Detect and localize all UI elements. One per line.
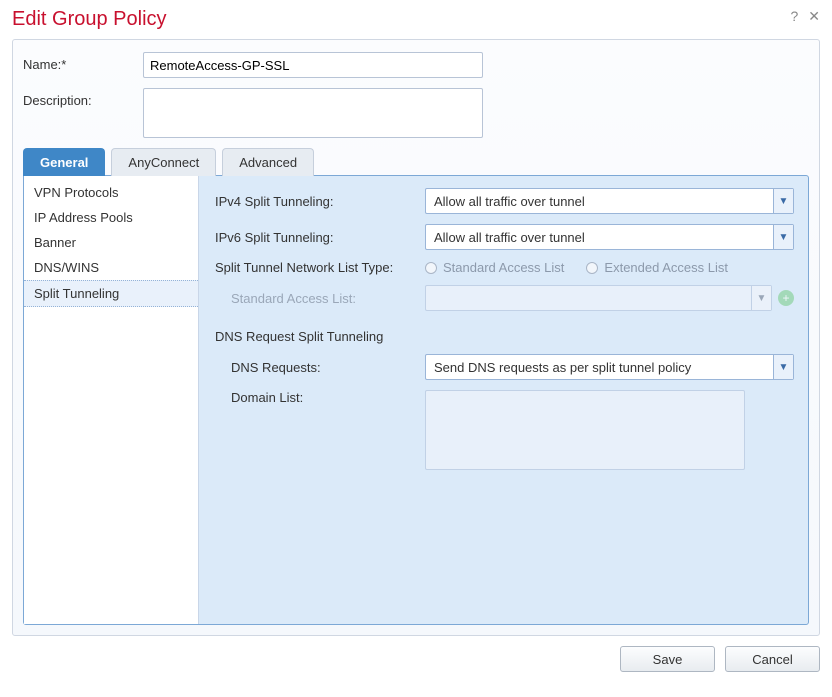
ipv6-split-tunneling-value: Allow all traffic over tunnel [434, 230, 585, 245]
chevron-down-icon: ▼ [773, 355, 793, 379]
dns-requests-value: Send DNS requests as per split tunnel po… [434, 360, 691, 375]
ipv6-split-tunneling-label: IPv6 Split Tunneling: [215, 230, 425, 245]
domain-list-label: Domain List: [215, 390, 425, 405]
ipv4-split-tunneling-value: Allow all traffic over tunnel [434, 194, 585, 209]
radio-standard-access-list: Standard Access List [425, 260, 564, 275]
dialog-title: Edit Group Policy [12, 8, 167, 31]
tab-anyconnect[interactable]: AnyConnect [111, 148, 216, 176]
ipv4-split-tunneling-select[interactable]: Allow all traffic over tunnel ▼ [425, 188, 794, 214]
sidebar: VPN Protocols IP Address Pools Banner DN… [24, 176, 199, 624]
sidebar-item-banner[interactable]: Banner [24, 230, 198, 255]
name-label: Name:* [23, 52, 143, 72]
ipv6-split-tunneling-select[interactable]: Allow all traffic over tunnel ▼ [425, 224, 794, 250]
tab-general[interactable]: General [23, 148, 105, 176]
sidebar-item-dns-wins[interactable]: DNS/WINS [24, 255, 198, 280]
dns-requests-select[interactable]: Send DNS requests as per split tunnel po… [425, 354, 794, 380]
cancel-button[interactable]: Cancel [725, 646, 820, 672]
standard-acl-select: ▼ [425, 285, 772, 311]
sidebar-item-ip-address-pools[interactable]: IP Address Pools [24, 205, 198, 230]
chevron-down-icon: ▼ [773, 225, 793, 249]
tab-advanced[interactable]: Advanced [222, 148, 314, 176]
dns-request-section-label: DNS Request Split Tunneling [215, 329, 794, 344]
close-icon[interactable]: ✕ [808, 8, 820, 25]
dns-requests-label: DNS Requests: [215, 360, 425, 375]
network-list-type-label: Split Tunnel Network List Type: [215, 260, 425, 275]
domain-list-box[interactable] [425, 390, 745, 470]
sidebar-item-split-tunneling[interactable]: Split Tunneling [24, 280, 198, 307]
sidebar-item-vpn-protocols[interactable]: VPN Protocols [24, 180, 198, 205]
radio-extended-access-list: Extended Access List [586, 260, 728, 275]
save-button[interactable]: Save [620, 646, 715, 672]
chevron-down-icon: ▼ [773, 189, 793, 213]
ipv4-split-tunneling-label: IPv4 Split Tunneling: [215, 194, 425, 209]
radio-icon [586, 262, 598, 274]
add-icon[interactable]: + [778, 290, 794, 306]
standard-acl-label: Standard Access List: [215, 291, 425, 306]
name-input[interactable] [143, 52, 483, 78]
radio-icon [425, 262, 437, 274]
help-icon[interactable]: ? [790, 8, 798, 25]
description-input[interactable] [143, 88, 483, 138]
chevron-down-icon: ▼ [751, 286, 771, 310]
description-label: Description: [23, 88, 143, 108]
